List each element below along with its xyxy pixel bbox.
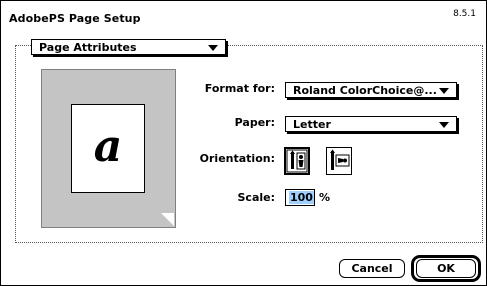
ok-button[interactable]: OK [416,259,476,278]
chevron-down-icon [208,45,218,51]
section-popup[interactable]: Page Attributes [31,39,226,55]
format-popup[interactable]: Roland ColorChoice@... [285,82,457,98]
scale-unit: % [319,191,331,204]
format-popup-value: Roland ColorChoice@... [293,84,437,97]
scale-label: Scale: [237,191,276,204]
chevron-down-icon [439,88,449,94]
window-title: AdobePS Page Setup [9,12,141,25]
chevron-down-icon [439,122,449,128]
page-setup-window: AdobePS Page Setup 8.5.1 Page Attributes… [0,0,487,286]
cancel-button[interactable]: Cancel [339,259,405,278]
format-label: Format for: [204,82,275,95]
preview-glyph: a [93,121,123,172]
landscape-orientation-button[interactable] [326,147,352,175]
version-label: 8.5.1 [453,9,476,19]
paper-popup[interactable]: Letter [285,116,457,132]
portrait-orientation-button[interactable] [284,147,310,175]
section-popup-label: Page Attributes [39,41,137,54]
paper-label: Paper: [234,116,275,129]
landscape-orientation-icon [330,149,350,170]
preview-paper: a [71,104,145,193]
scale-input[interactable]: 100 [285,189,315,206]
portrait-orientation-icon [286,149,308,173]
orientation-label: Orientation: [199,152,275,165]
preview-fold-corner [161,213,174,226]
scale-value: 100 [289,191,314,204]
paper-popup-value: Letter [293,118,331,131]
